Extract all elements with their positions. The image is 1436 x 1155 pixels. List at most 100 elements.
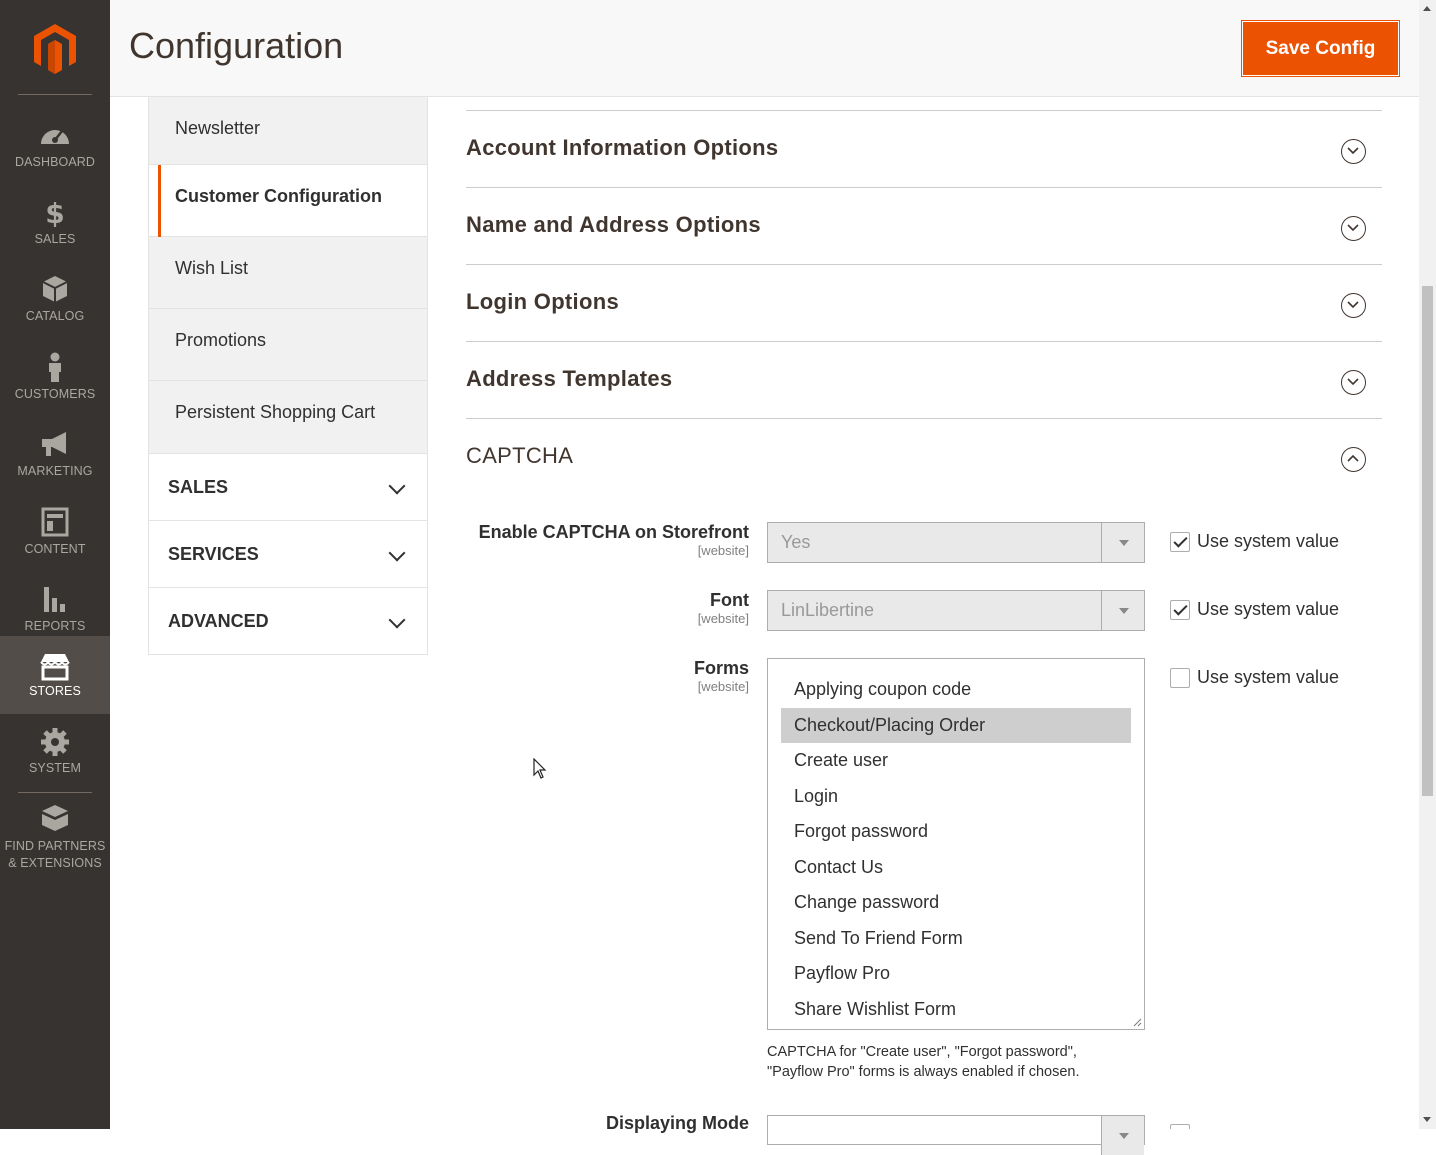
chevron-down-icon <box>388 477 406 495</box>
field-label-displaying-mode: Displaying Mode <box>605 1113 749 1133</box>
nav-find-partners[interactable]: FIND PARTNERS & EXTENSIONS <box>0 800 110 880</box>
checkbox-label: Use system value <box>1197 667 1340 687</box>
expand-icon <box>1341 293 1366 318</box>
expand-icon <box>1341 216 1366 241</box>
section-title: Address Templates <box>466 366 673 391</box>
svg-text:$: $ <box>45 197 64 227</box>
section-address-templates[interactable]: Address Templates <box>466 342 1382 419</box>
displaying-mode-select[interactable] <box>767 1115 1145 1155</box>
multiselect-option[interactable]: Applying coupon code <box>781 672 1131 708</box>
megaphone-icon <box>42 432 66 456</box>
nav-sales[interactable]: $ SALES <box>0 185 110 263</box>
section-login-options[interactable]: Login Options <box>466 265 1382 342</box>
tab-wish-list[interactable]: Wish List <box>148 237 428 309</box>
tab-group-advanced[interactable]: ADVANCED <box>148 588 428 655</box>
section-name-and-address-options[interactable]: Name and Address Options <box>466 188 1382 265</box>
tab-group-sales[interactable]: SALES <box>148 454 428 521</box>
store-icon <box>40 654 70 681</box>
collapse-icon <box>1341 447 1366 472</box>
chevron-down-icon <box>388 611 406 629</box>
tab-customer-configuration[interactable]: Customer Configuration <box>148 165 428 237</box>
checkbox-label: Use system value <box>1197 599 1340 619</box>
tab-group-services[interactable]: SERVICES <box>148 521 428 588</box>
checkbox[interactable] <box>1170 668 1190 688</box>
section-captcha[interactable]: CAPTCHA <box>466 419 1382 496</box>
gear-icon <box>41 728 69 756</box>
multiselect-option-selected[interactable]: Checkout/Placing Order <box>781 707 1131 743</box>
admin-sidebar: DASHBOARD $ SALES CATALOG CUSTOMERS MARK… <box>0 0 110 1129</box>
tab-label: Wish List <box>175 258 249 278</box>
resize-handle-icon[interactable] <box>1133 1018 1142 1027</box>
scroll-up-icon[interactable] <box>1423 6 1431 11</box>
nav-catalog[interactable]: CATALOG <box>0 262 110 340</box>
scroll-thumb[interactable] <box>1422 286 1433 796</box>
dashboard-icon <box>41 130 69 144</box>
multiselect-option[interactable]: Share Wishlist Form <box>781 992 1131 1028</box>
section-title: CAPTCHA <box>466 443 574 468</box>
displaying-mode-use-system-checkbox[interactable] <box>1170 1124 1190 1129</box>
nav-dashboard[interactable]: DASHBOARD <box>0 108 110 186</box>
dropdown-arrow-icon <box>1101 523 1144 562</box>
nav-marketing[interactable]: MARKETING <box>0 417 110 495</box>
tab-group-label: ADVANCED <box>168 611 269 631</box>
scroll-down-icon[interactable] <box>1423 1117 1431 1122</box>
tab-label: Persistent Shopping Cart <box>175 402 376 422</box>
multiselect-option[interactable]: Contact Us <box>781 850 1131 886</box>
tab-label: Newsletter <box>175 118 261 138</box>
nav-customers[interactable]: CUSTOMERS <box>0 340 110 418</box>
checkbox[interactable] <box>1170 600 1190 620</box>
tab-promotions[interactable]: Promotions <box>148 309 428 381</box>
tab-newsletter[interactable]: Newsletter <box>148 97 428 165</box>
multiselect-option[interactable]: Create user <box>781 743 1131 779</box>
checkbox-label: Use system value <box>1197 531 1340 551</box>
tab-persistent-shopping-cart[interactable]: Persistent Shopping Cart <box>148 381 428 454</box>
dropdown-arrow-icon <box>1101 1116 1144 1155</box>
field-label-enable-captcha: Enable CAPTCHA on Storefront <box>478 522 749 542</box>
section-title: Login Options <box>466 289 619 314</box>
tab-label: Promotions <box>175 330 267 350</box>
page-header: Configuration Save Config <box>110 0 1419 97</box>
section-account-information-options[interactable]: Account Information Options <box>466 111 1382 188</box>
nav-divider <box>18 94 92 95</box>
field-scope: [website] <box>697 611 749 626</box>
forms-multiselect[interactable]: Applying coupon code Checkout/Placing Or… <box>767 658 1145 1030</box>
field-label-font: Font <box>710 590 749 610</box>
expand-icon <box>1341 370 1366 395</box>
checkbox[interactable] <box>1170 532 1190 552</box>
magento-logo[interactable] <box>30 22 80 74</box>
nav-stores[interactable]: STORES <box>0 636 110 714</box>
tab-group-label: SERVICES <box>168 544 259 564</box>
section-title: Account Information Options <box>466 135 779 160</box>
select-value: Yes <box>781 532 811 552</box>
save-config-button[interactable]: Save Config <box>1241 20 1400 77</box>
page-title: Configuration <box>129 25 344 66</box>
nav-content[interactable]: CONTENT <box>0 495 110 573</box>
dropdown-arrow-icon <box>1101 591 1144 630</box>
enable-captcha-select[interactable]: Yes <box>767 522 1145 563</box>
chevron-down-icon <box>388 544 406 562</box>
tab-group-label: SALES <box>168 477 229 497</box>
expand-icon <box>1341 139 1366 164</box>
multiselect-option[interactable]: Forgot password <box>781 814 1131 850</box>
multiselect-option[interactable]: Payflow Pro <box>781 956 1131 992</box>
select-value: LinLibertine <box>781 600 875 620</box>
box-icon <box>42 276 68 302</box>
field-scope: [website] <box>697 679 749 694</box>
dollar-icon: $ <box>45 197 64 227</box>
forms-field-note: CAPTCHA for "Create user", "Forgot passw… <box>767 1044 1080 1080</box>
section-title: Name and Address Options <box>466 212 761 237</box>
nav-divider <box>18 792 92 793</box>
mouse-cursor-icon <box>533 758 547 779</box>
font-select[interactable]: LinLibertine <box>767 590 1145 631</box>
config-tabs: Newsletter Customer Configuration Wish L… <box>148 97 428 655</box>
nav-system[interactable]: SYSTEM <box>0 727 110 805</box>
tab-label: Customer Configuration <box>175 186 382 206</box>
field-scope: [website] <box>697 543 749 558</box>
page-scrollbar[interactable] <box>1419 0 1436 1129</box>
person-icon <box>49 352 61 382</box>
multiselect-option[interactable]: Change password <box>781 885 1131 921</box>
layout-icon <box>41 507 69 537</box>
bar-chart-icon <box>44 587 65 612</box>
multiselect-option[interactable]: Login <box>781 779 1131 815</box>
multiselect-option[interactable]: Send To Friend Form <box>781 921 1131 957</box>
